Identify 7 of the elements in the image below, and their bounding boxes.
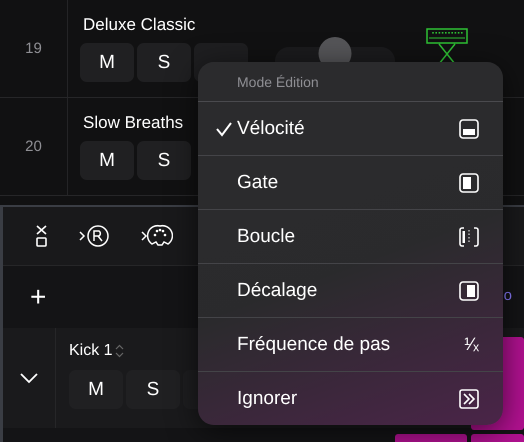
step-rate-icon: ¹⁄ₓ xyxy=(464,334,479,355)
track-name: Deluxe Classic xyxy=(82,15,196,35)
track-name: Slow Breaths xyxy=(82,113,184,133)
pattern-label: o xyxy=(504,287,512,304)
track-number: 20 xyxy=(0,98,68,195)
track-number: 19 xyxy=(0,0,68,97)
menu-title: Mode Édition xyxy=(198,62,503,102)
